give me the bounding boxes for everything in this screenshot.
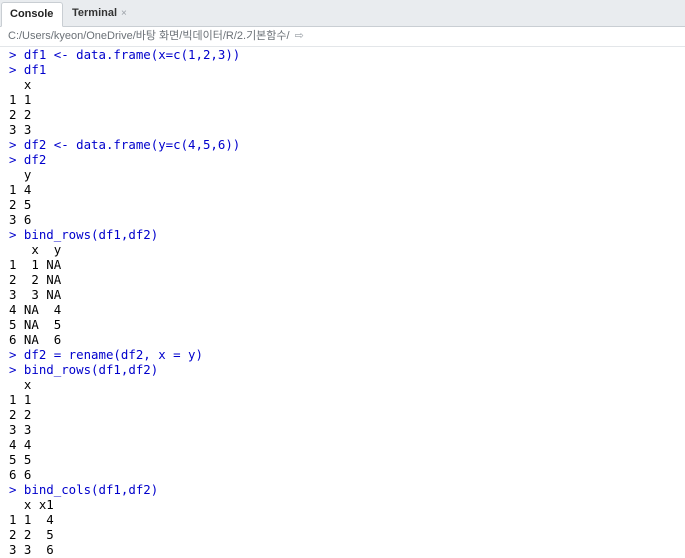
console-output-line: y bbox=[9, 167, 32, 182]
close-icon[interactable]: × bbox=[121, 2, 127, 25]
console-command-line: > bind_rows(df1,df2) bbox=[9, 227, 159, 242]
go-to-directory-icon[interactable]: ⇨ bbox=[295, 27, 304, 46]
console-output-line: x bbox=[9, 77, 32, 92]
console-output-line: 2 5 bbox=[9, 197, 32, 212]
console-output-line: 2 2 bbox=[9, 407, 32, 422]
tab-console[interactable]: Console bbox=[1, 2, 63, 27]
console-output-line: x y bbox=[9, 242, 62, 257]
console-output-line: 6 6 bbox=[9, 467, 32, 482]
console-output-line: 1 1 4 bbox=[9, 512, 54, 527]
working-directory-path: C:/Users/kyeon/OneDrive/바탕 화면/빅데이터/R/2.기… bbox=[8, 30, 290, 42]
console-command-line: > df2 <- data.frame(y=c(4,5,6)) bbox=[9, 137, 241, 152]
working-directory-bar: C:/Users/kyeon/OneDrive/바탕 화면/빅데이터/R/2.기… bbox=[0, 27, 685, 47]
console-output-line: 3 3 bbox=[9, 422, 32, 437]
console-command-line: > df1 <- data.frame(x=c(1,2,3)) bbox=[9, 47, 241, 62]
console-output-line: x bbox=[9, 377, 32, 392]
console-output-line: 4 4 bbox=[9, 437, 32, 452]
console-output-line: 1 1 NA bbox=[9, 257, 62, 272]
console-output-line: 3 6 bbox=[9, 212, 32, 227]
console-output-line: 6 NA 6 bbox=[9, 332, 62, 347]
tab-terminal[interactable]: Terminal × bbox=[64, 2, 139, 27]
console-output-line: 5 5 bbox=[9, 452, 32, 467]
console-output-line: 3 3 6 bbox=[9, 542, 54, 557]
console-output-line: 3 3 NA bbox=[9, 287, 62, 302]
console-command-line: > df2 bbox=[9, 152, 47, 167]
console-output-line: x x1 bbox=[9, 497, 54, 512]
console-output[interactable]: > df1 <- data.frame(x=c(1,2,3)) > df1 x1 … bbox=[0, 47, 685, 558]
tab-terminal-label: Terminal bbox=[72, 7, 118, 19]
console-output-line: 1 1 bbox=[9, 392, 32, 407]
console-output-line: 2 2 5 bbox=[9, 527, 54, 542]
pane-tab-bar: Console Terminal × bbox=[0, 0, 685, 27]
console-command-line: > df1 bbox=[9, 62, 47, 77]
console-command-line: > bind_cols(df1,df2) bbox=[9, 482, 159, 497]
console-output-line: 1 4 bbox=[9, 182, 32, 197]
console-output-line: 3 3 bbox=[9, 122, 32, 137]
console-output-line: 2 2 NA bbox=[9, 272, 62, 287]
tab-console-label: Console bbox=[10, 8, 54, 20]
console-output-line: 5 NA 5 bbox=[9, 317, 62, 332]
console-output-line: 4 NA 4 bbox=[9, 302, 62, 317]
console-output-line: 2 2 bbox=[9, 107, 32, 122]
console-command-line: > df2 = rename(df2, x = y) bbox=[9, 347, 203, 362]
console-output-line: 1 1 bbox=[9, 92, 32, 107]
console-command-line: > bind_rows(df1,df2) bbox=[9, 362, 159, 377]
